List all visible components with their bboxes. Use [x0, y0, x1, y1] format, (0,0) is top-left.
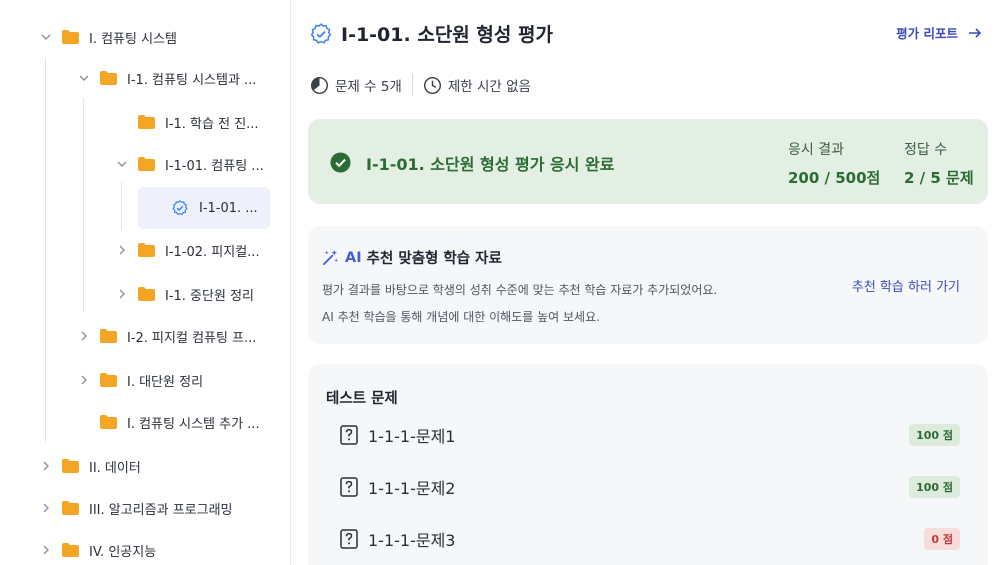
folder-icon: [62, 459, 79, 473]
chevron-right-icon[interactable]: [78, 330, 90, 342]
tree-item-label: I-1. 중단원 정리: [165, 288, 254, 304]
score-block: 응시 결과 200 / 500점: [788, 139, 880, 188]
tree-item-label: I-1-01. 컴퓨팅 ...: [165, 158, 264, 174]
ai-recommendation-card: AI 추천 맞춤형 학습 자료 평가 결과를 바탕으로 학생의 성취 수준에 맞…: [308, 226, 988, 344]
question-name: 1-1-1-문제2: [368, 479, 456, 498]
test-questions-card: 테스트 문제 1-1-1-문제1 100 점 1-1-1-문제2 100 점 1…: [308, 364, 988, 565]
chevron-right-icon[interactable]: [40, 460, 52, 472]
question-count-text: 문제 수 5개: [335, 79, 402, 95]
tree-item-label: I-1-01. ...: [199, 200, 258, 216]
ai-description-2: AI 추천 학습을 통해 개념에 대한 이해도를 높여 보세요.: [322, 310, 600, 324]
sidebar: I. 컴퓨팅 시스템 I-1. 컴퓨팅 시스템과 ... I-1. 학습 전 진…: [0, 0, 291, 565]
score-badge: 100 점: [909, 476, 960, 498]
folder-icon: [138, 157, 155, 171]
tree-item-label: I-1-02. 피지컬...: [165, 244, 260, 260]
result-card: I-1-01. 소단원 형성 평가 응시 완료 응시 결과 200 / 500점…: [308, 119, 988, 204]
question-name: 1-1-1-문제3: [368, 531, 456, 550]
magic-wand-icon: [322, 249, 339, 266]
tree-item-label: I. 대단원 정리: [127, 374, 204, 390]
tree-item-i1-02-physical[interactable]: I-1-02. 피지컬...: [116, 237, 260, 263]
ai-badge: AI: [345, 249, 362, 266]
question-count: 문제 수 5개: [310, 75, 402, 95]
question-row[interactable]: 1-1-1-문제3 0 점: [340, 524, 960, 554]
tree-item-label: I-1. 컴퓨팅 시스템과 ...: [127, 72, 257, 88]
page-title: I-1-01. 소단원 형성 평가: [341, 24, 553, 46]
folder-icon: [100, 415, 117, 429]
check-badge-icon: [310, 22, 332, 45]
report-link-label: 평가 리포트: [896, 26, 958, 41]
folder-icon: [100, 373, 117, 387]
folder-icon: [100, 71, 117, 85]
ai-description-1: 평가 결과를 바탕으로 학생의 성취 수준에 맞는 추천 학습 자료가 추가되었…: [322, 283, 718, 297]
assessment-meta: 문제 수 5개 제한 시간 없음: [310, 74, 531, 96]
tree-item-computing-system[interactable]: I. 컴퓨팅 시스템: [40, 24, 177, 50]
question-document-icon: [340, 477, 358, 497]
divider: [411, 74, 413, 96]
ai-card-title: 추천 맞춤형 학습 자료: [366, 251, 502, 267]
tree-item-i-unit-summary[interactable]: I. 대단원 정리: [78, 367, 203, 393]
clock-icon: [423, 76, 441, 94]
tree-item-i1-01-computing[interactable]: I-1-01. 컴퓨팅 ...: [116, 151, 264, 177]
question-name: 1-1-1-문제1: [368, 427, 456, 446]
question-row[interactable]: 1-1-1-문제2 100 점: [340, 472, 960, 502]
tree-item-label: II. 데이터: [89, 460, 141, 476]
tree-guide-line: [83, 98, 84, 312]
folder-icon: [62, 543, 79, 557]
folder-icon: [138, 115, 155, 129]
score-badge: 100 점: [909, 424, 960, 446]
tree-item-i1-summary[interactable]: I-1. 중단원 정리: [116, 281, 254, 307]
tree-item-iv-ai[interactable]: IV. 인공지능: [40, 537, 156, 563]
chevron-right-icon[interactable]: [78, 374, 90, 386]
correct-label: 정답 수: [904, 142, 948, 158]
correct-value: 2 / 5 문제: [904, 169, 974, 187]
tree-item-i1-01-assessment[interactable]: I-1-01. ...: [172, 195, 258, 221]
tree-item-label: III. 알고리즘과 프로그래밍: [89, 502, 233, 518]
question-row[interactable]: 1-1-1-문제1 100 점: [340, 420, 960, 450]
chevron-right-icon[interactable]: [40, 502, 52, 514]
tree-item-label: I-2. 피지컬 컴퓨팅 프...: [127, 330, 257, 346]
folder-icon: [138, 243, 155, 257]
score-value: 200 / 500점: [788, 169, 881, 187]
ai-card-header: AI 추천 맞춤형 학습 자료: [322, 247, 502, 268]
result-title: I-1-01. 소단원 형성 평가 응시 완료: [366, 155, 615, 174]
test-section-title: 테스트 문제: [326, 391, 398, 407]
tree-item-iii-algorithms[interactable]: III. 알고리즘과 프로그래밍: [40, 495, 233, 521]
tree-item-i1-section[interactable]: I-1. 컴퓨팅 시스템과 ...: [78, 65, 256, 91]
chevron-right-icon[interactable]: [40, 544, 52, 556]
question-document-icon: [340, 529, 358, 549]
tree-item-label: I-1. 학습 전 진...: [165, 116, 259, 132]
folder-icon: [62, 30, 79, 44]
go-to-recommended-study-link[interactable]: 추천 학습 하러 가기: [852, 276, 960, 295]
tree-item-label: IV. 인공지능: [89, 544, 157, 560]
tree-guide-line: [45, 58, 46, 442]
folder-icon: [138, 287, 155, 301]
correct-block: 정답 수 2 / 5 문제: [904, 139, 974, 188]
tree-item-i1-pre-study[interactable]: I-1. 학습 전 진...: [116, 109, 259, 135]
score-label: 응시 결과: [788, 142, 844, 158]
chevron-down-icon[interactable]: [116, 158, 128, 170]
time-limit-text: 제한 시간 없음: [447, 79, 531, 95]
page-header: I-1-01. 소단원 형성 평가: [310, 20, 553, 47]
folder-icon: [100, 329, 117, 343]
main-content: I-1-01. 소단원 형성 평가 평가 리포트 문제 수 5개 제한 시간 없…: [292, 0, 1004, 565]
folder-icon: [62, 501, 79, 515]
chevron-right-icon[interactable]: [116, 288, 128, 300]
score-badge: 0 점: [924, 528, 960, 550]
check-circle-filled-icon: [330, 152, 351, 173]
tree-item-i2-physical-computing[interactable]: I-2. 피지컬 컴퓨팅 프...: [78, 323, 256, 349]
report-link[interactable]: 평가 리포트: [896, 23, 982, 42]
tree-guide-line: [121, 182, 122, 230]
tree-item-ii-data[interactable]: II. 데이터: [40, 453, 141, 479]
chevron-right-icon[interactable]: [116, 244, 128, 256]
check-circle-icon: [172, 200, 188, 216]
tree-item-label: I. 컴퓨팅 시스템: [89, 31, 177, 47]
arrow-right-icon: [969, 27, 982, 38]
chevron-down-icon[interactable]: [40, 31, 52, 43]
tree-item-i-additional[interactable]: I. 컴퓨팅 시스템 추가 ...: [78, 409, 260, 435]
chevron-down-icon[interactable]: [78, 72, 90, 84]
time-limit: 제한 시간 없음: [423, 75, 531, 95]
tree-item-label: I. 컴퓨팅 시스템 추가 ...: [127, 416, 260, 432]
pie-chart-icon: [310, 76, 329, 94]
question-document-icon: [340, 425, 358, 445]
